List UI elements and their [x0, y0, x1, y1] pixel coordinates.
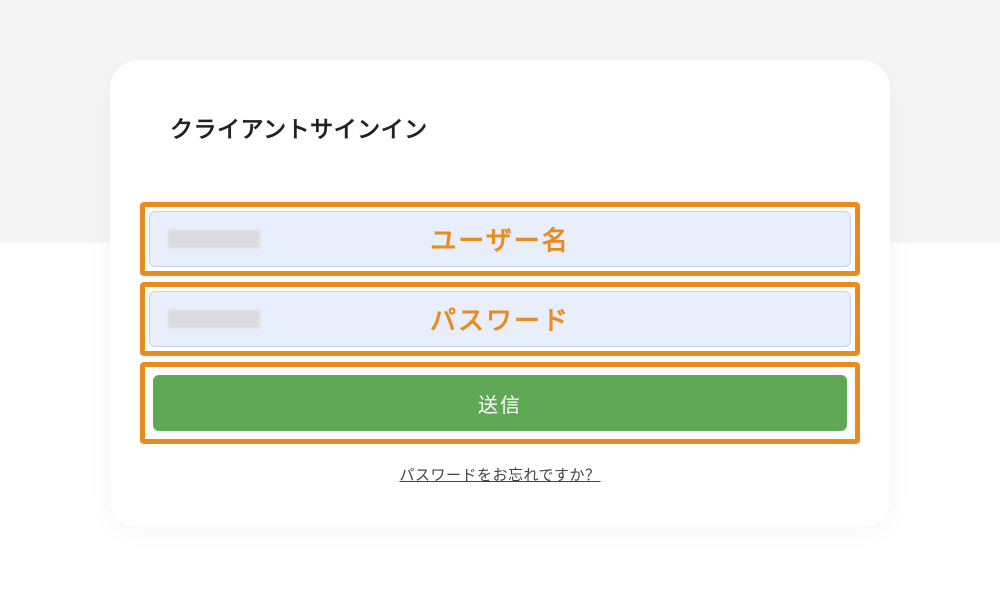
password-highlight-box: パスワード	[140, 282, 860, 356]
username-placeholder-blur	[168, 230, 260, 248]
forgot-password-link[interactable]: パスワードをお忘れですか？	[140, 464, 860, 485]
submit-button[interactable]: 送信	[153, 375, 847, 431]
signin-card: クライアントサインイン ユーザー名 パスワード 送信 パスワードをお忘れですか？	[110, 60, 890, 527]
username-input[interactable]	[149, 211, 851, 267]
username-highlight-box: ユーザー名	[140, 202, 860, 276]
password-input[interactable]	[149, 291, 851, 347]
form-section: ユーザー名 パスワード 送信 パスワードをお忘れですか？	[110, 202, 890, 485]
submit-highlight-box: 送信	[140, 362, 860, 444]
card-title: クライアントサインイン	[110, 110, 890, 144]
password-placeholder-blur	[168, 310, 260, 328]
